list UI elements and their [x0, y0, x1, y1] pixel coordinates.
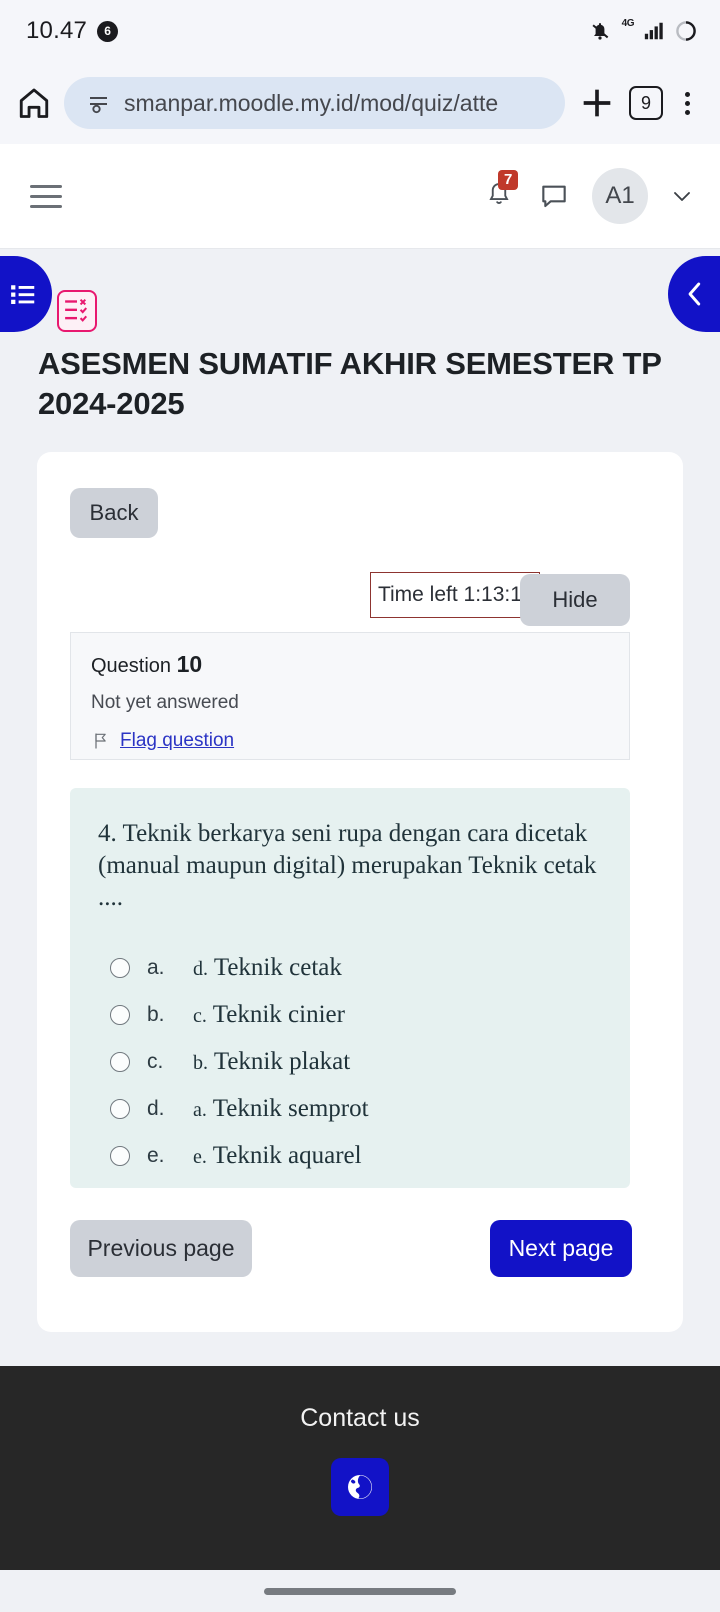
status-clock: 10.47: [26, 17, 88, 44]
answer-option[interactable]: d. a. Teknik semprot: [98, 1085, 604, 1132]
radio-button[interactable]: [110, 1145, 130, 1166]
battery-icon: [676, 21, 696, 41]
option-prefix: a.: [193, 1098, 207, 1121]
option-text: e. Teknik aquarel: [193, 1142, 362, 1170]
previous-page-button[interactable]: Previous page: [70, 1220, 252, 1277]
option-text: d. Teknik cetak: [193, 954, 342, 982]
question-text: 4. Teknik berkarya seni rupa dengan cara…: [98, 820, 597, 911]
quiz-attempt-card: Back Time left 1:13:11 Hide Question 10 …: [37, 452, 683, 1332]
course-index-list-icon: [11, 285, 35, 304]
option-text: a. Teknik semprot: [193, 1095, 369, 1123]
site-footer: Contact us: [0, 1366, 720, 1570]
option-label: Teknik semprot: [212, 1094, 369, 1122]
site-settings-icon[interactable]: [86, 91, 112, 115]
flag-icon[interactable]: [91, 730, 111, 752]
answer-option[interactable]: e. e. Teknik aquarel: [98, 1132, 604, 1179]
globe-icon: [348, 1475, 372, 1499]
course-index-drawer-toggle[interactable]: [0, 256, 52, 332]
tab-counter-button[interactable]: 9: [629, 86, 663, 120]
radio-button[interactable]: [110, 1051, 130, 1072]
option-key: d.: [147, 1096, 165, 1120]
phone-screen: 10.47 6 4G smanpar.moodle.my.id/mod/quiz…: [0, 0, 720, 1612]
blocks-drawer-toggle[interactable]: [668, 256, 720, 332]
option-text: c. Teknik cinier: [193, 1001, 345, 1029]
flag-question-row[interactable]: Flag question: [91, 730, 609, 752]
answer-option[interactable]: a. d. Teknik cetak: [98, 944, 604, 991]
option-label: Teknik cetak: [213, 953, 342, 981]
option-prefix: b.: [193, 1051, 208, 1074]
gesture-pill[interactable]: [264, 1587, 456, 1595]
quiz-activity-glyph: [65, 299, 88, 322]
question-info-box: Question 10 Not yet answered Flag questi…: [70, 632, 630, 760]
network-type-label: 4G: [621, 17, 635, 29]
option-text: b. Teknik plakat: [193, 1048, 350, 1076]
vibrate-off-icon: [592, 23, 608, 40]
message-icon[interactable]: [538, 180, 570, 212]
option-prefix: c.: [193, 1004, 207, 1027]
browser-toolbar: smanpar.moodle.my.id/mod/quiz/atte 9: [0, 62, 720, 144]
option-label: Teknik plakat: [213, 1047, 351, 1075]
option-key: a.: [147, 955, 165, 979]
url-text: smanpar.moodle.my.id/mod/quiz/atte: [124, 89, 499, 116]
notifications-button[interactable]: 7: [484, 170, 519, 214]
option-key: e.: [147, 1143, 165, 1167]
plus-icon[interactable]: [577, 83, 617, 123]
url-bar[interactable]: smanpar.moodle.my.id/mod/quiz/atte: [64, 77, 565, 129]
question-heading: Question 10: [91, 651, 609, 678]
back-button[interactable]: Back: [70, 488, 158, 538]
question-number: 10: [176, 651, 203, 677]
hamburger-icon[interactable]: [30, 184, 62, 208]
option-label: Teknik aquarel: [212, 1141, 362, 1169]
question-body: 4. Teknik berkarya seni rupa dengan cara…: [70, 788, 630, 1188]
question-state: Not yet answered: [91, 692, 239, 713]
radio-button[interactable]: [110, 1098, 130, 1119]
question-label: Question: [91, 655, 172, 677]
signal-icon: [644, 22, 663, 40]
kebab-menu-icon[interactable]: [675, 88, 700, 119]
next-page-button[interactable]: Next page: [490, 1220, 632, 1277]
option-prefix: e.: [193, 1145, 207, 1168]
status-bar-left: 10.47 6: [26, 17, 119, 45]
status-bar: 10.47 6 4G: [0, 0, 720, 62]
notification-count-badge: 7: [498, 170, 519, 190]
chevron-left-icon: [688, 282, 701, 306]
option-prefix: d.: [193, 957, 208, 980]
answer-options: a. d. Teknik cetak b. c. Teknik cinier c…: [98, 944, 604, 1179]
status-notification-badge: 6: [97, 20, 119, 42]
flag-question-link[interactable]: Flag question: [120, 730, 234, 752]
avatar[interactable]: A1: [592, 168, 648, 224]
quiz-activity-icon: [57, 290, 97, 332]
answer-option[interactable]: c. b. Teknik plakat: [98, 1038, 604, 1085]
site-header: 7 A1: [0, 144, 720, 249]
hide-timer-button[interactable]: Hide: [520, 574, 630, 626]
website-link-button[interactable]: [331, 1458, 389, 1516]
option-label: Teknik cinier: [212, 1000, 345, 1028]
page-title: ASESMEN SUMATIF AKHIR SEMESTER TP 2024-2…: [38, 346, 662, 421]
chevron-down-icon[interactable]: [670, 184, 694, 208]
radio-button[interactable]: [110, 1004, 130, 1025]
android-gesture-bar: [0, 1570, 720, 1612]
status-bar-right: 4G: [587, 17, 698, 43]
home-icon[interactable]: [16, 85, 52, 121]
radio-button[interactable]: [110, 957, 130, 978]
quiz-timer: Time left 1:13:11: [370, 572, 540, 618]
option-key: c.: [147, 1049, 164, 1073]
footer-title: Contact us: [300, 1404, 420, 1432]
option-key: b.: [147, 1002, 165, 1026]
answer-option[interactable]: b. c. Teknik cinier: [98, 991, 604, 1038]
header-actions: 7 A1: [484, 168, 694, 224]
